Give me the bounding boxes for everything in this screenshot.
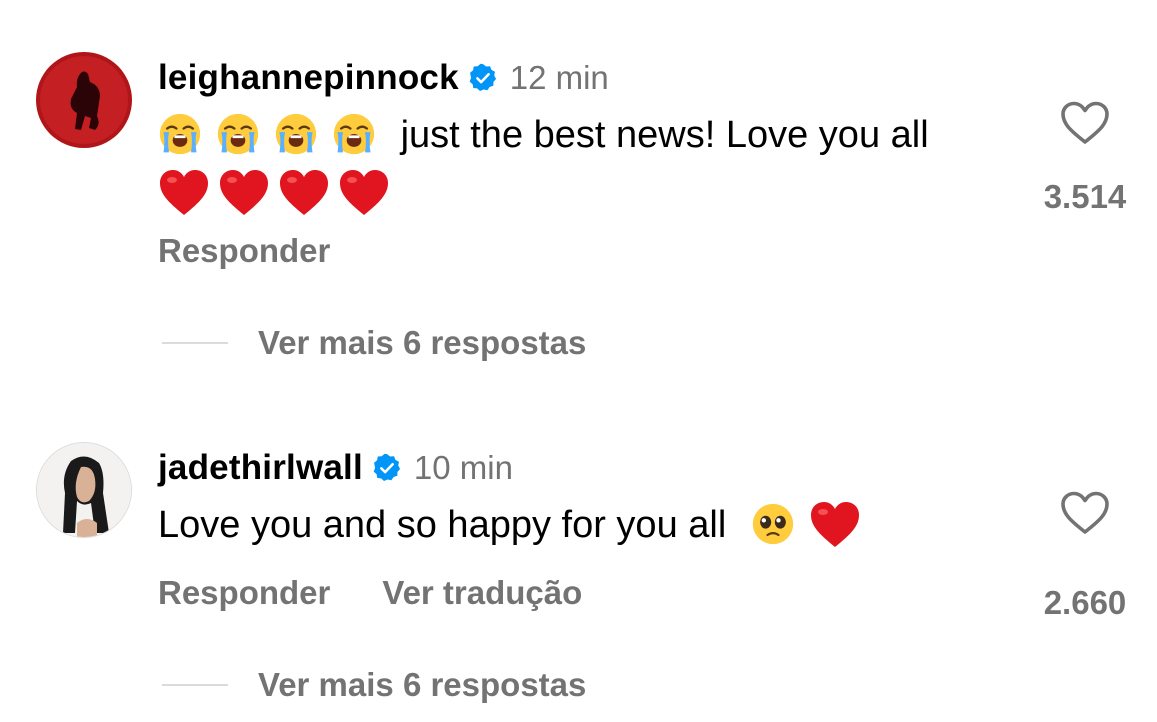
view-more-replies-label[interactable]: Ver mais 6 respostas [258, 324, 586, 362]
comment-body: Love you and so happy for you all [158, 504, 727, 546]
pleading-face-icon [751, 502, 795, 546]
reply-button[interactable]: Responder [158, 574, 330, 612]
like-count: 3.514 [1043, 178, 1127, 215]
replies-divider [162, 684, 228, 686]
red-heart-icon [218, 169, 270, 217]
loudly-crying-face-icon [216, 112, 260, 156]
comment-header: jadethirlwall 10 min [158, 446, 513, 490]
timestamp: 12 min [509, 59, 609, 96]
username[interactable]: leighannepinnock [158, 58, 459, 98]
loudly-crying-face-icon [158, 112, 202, 156]
comment-text: just the best news! Love you all [158, 106, 978, 222]
comment-text: Love you and so happy for you all [158, 496, 869, 554]
view-more-replies[interactable]: Ver mais 6 respostas [162, 324, 586, 362]
replies-divider [162, 342, 228, 344]
comment-actions: Responder Ver tradução [158, 574, 582, 612]
heart-outline-icon[interactable] [1059, 100, 1111, 146]
loudly-crying-face-icon [274, 112, 318, 156]
like-control: 2.660 [1030, 490, 1140, 622]
red-heart-icon [809, 501, 861, 549]
reply-button[interactable]: Responder [158, 232, 330, 270]
comment-header: leighannepinnock 12 min [158, 56, 609, 100]
comment-actions: Responder [158, 232, 330, 270]
avatar[interactable] [36, 442, 132, 538]
timestamp: 10 min [413, 449, 513, 486]
comment-body: just the best news! Love you all [400, 114, 929, 156]
view-more-replies[interactable]: Ver mais 6 respostas [162, 666, 586, 704]
heart-outline-icon[interactable] [1059, 490, 1111, 536]
avatar[interactable] [36, 52, 132, 148]
red-heart-icon [278, 169, 330, 217]
translate-button[interactable]: Ver tradução [382, 574, 582, 612]
like-count: 2.660 [1043, 584, 1127, 621]
red-heart-icon [338, 169, 390, 217]
view-more-replies-label[interactable]: Ver mais 6 respostas [258, 666, 586, 704]
verified-badge-icon [468, 63, 498, 93]
username[interactable]: jadethirlwall [158, 448, 363, 488]
loudly-crying-face-icon [332, 112, 376, 156]
like-control: 3.514 [1030, 100, 1140, 216]
red-heart-icon [158, 169, 210, 217]
verified-badge-icon [372, 453, 402, 483]
